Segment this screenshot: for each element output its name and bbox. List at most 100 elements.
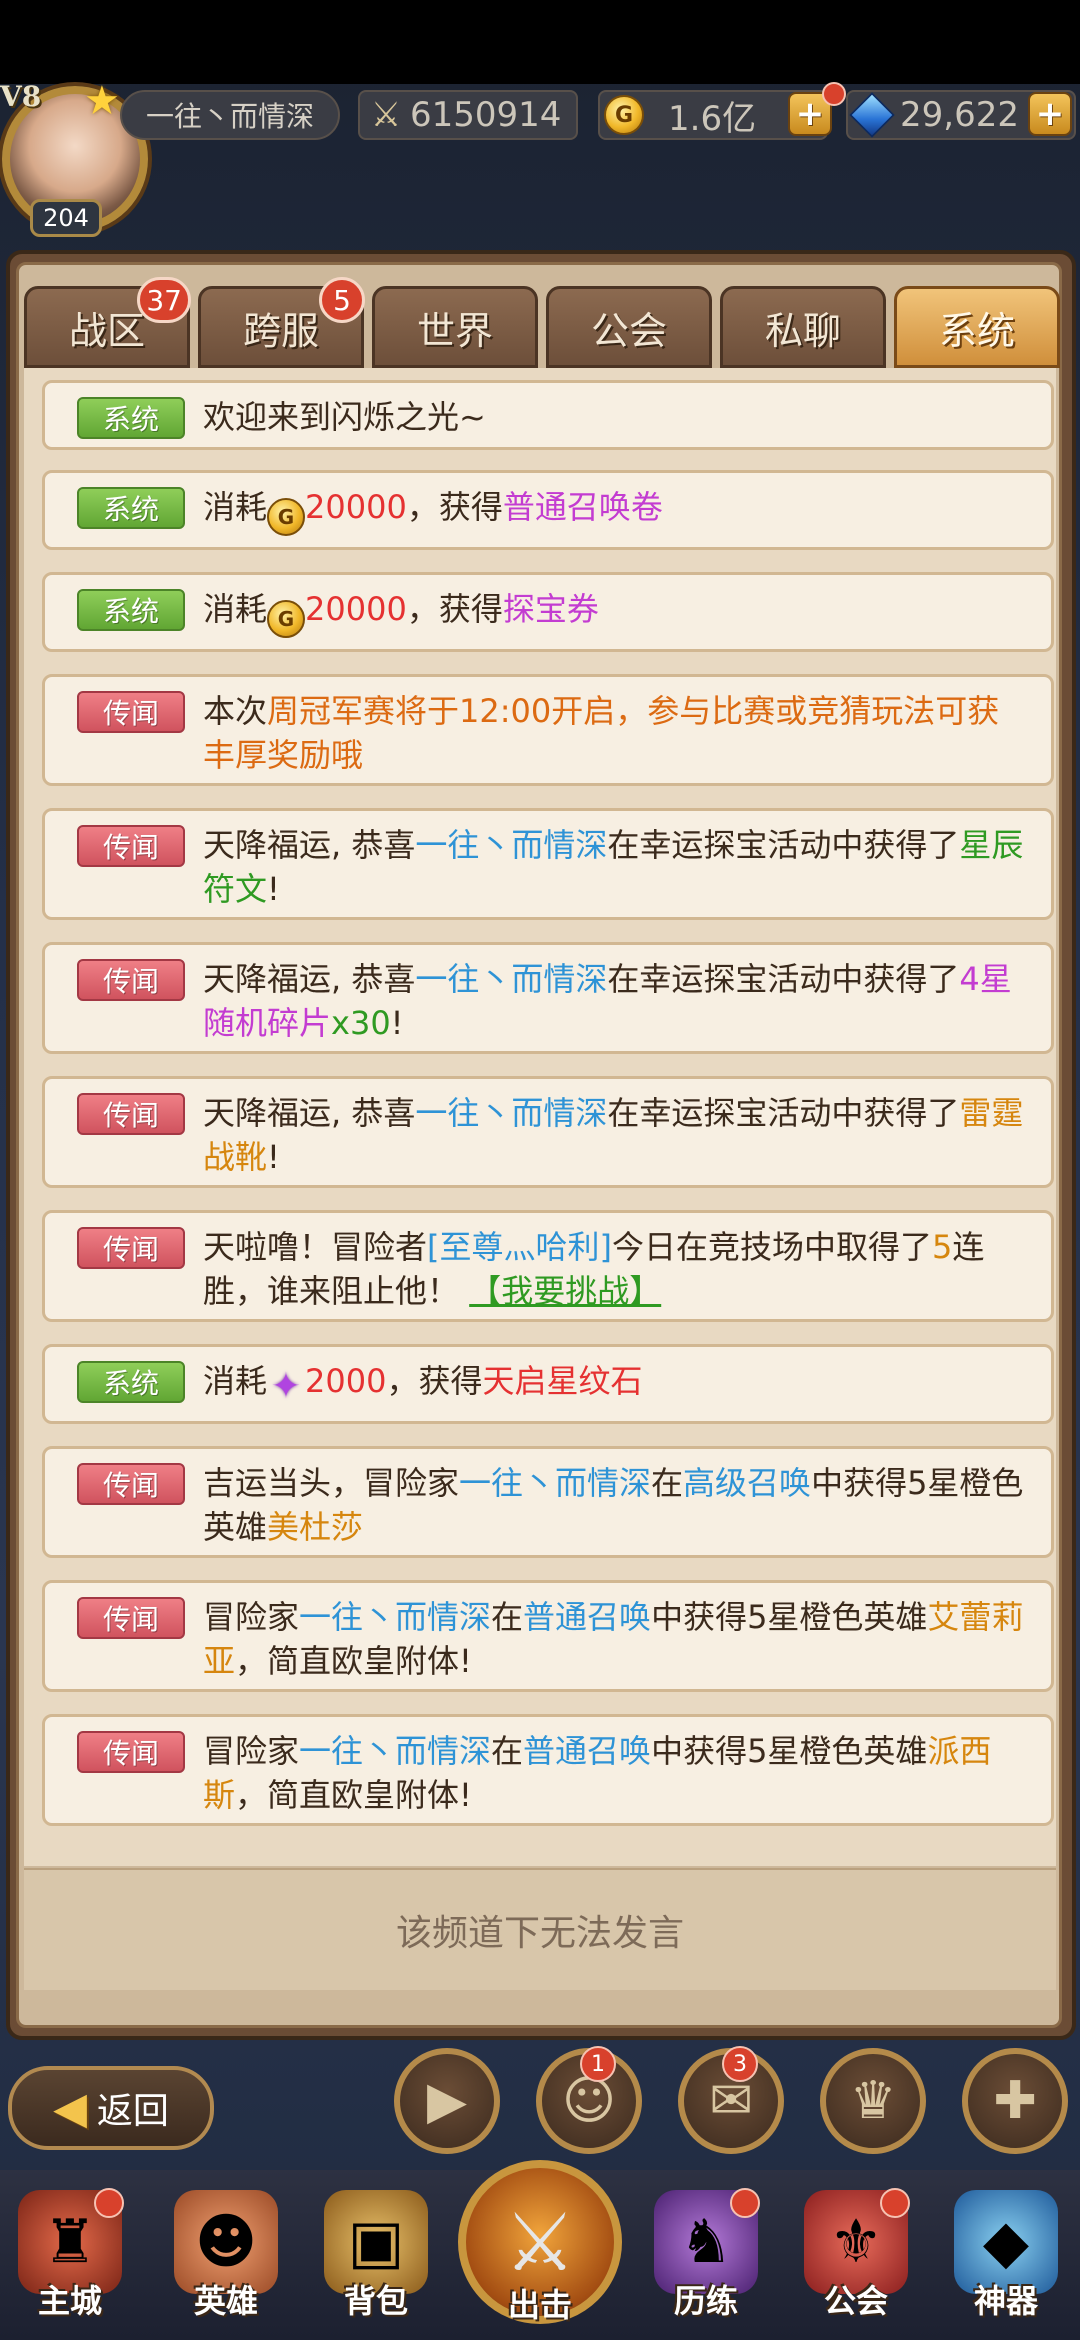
nav-label: 公会 xyxy=(823,2282,888,2320)
news-tag: 传闻 xyxy=(77,1463,185,1505)
message-text: 天降福运, 恭喜 xyxy=(203,1094,416,1132)
message-text: ! xyxy=(390,1004,404,1042)
message-source: 普通召唤 xyxy=(523,1732,652,1770)
message-hero: 美杜莎 xyxy=(267,1508,364,1546)
nav-guild[interactable]: ⚜ 公会 xyxy=(786,2180,926,2330)
message-source: 高级召唤 xyxy=(683,1464,812,1502)
status-bar xyxy=(0,0,1080,84)
sword-icon: ⚔ xyxy=(370,95,402,135)
coin-icon: G xyxy=(267,600,306,638)
power-display: ⚔ 6150914 xyxy=(358,90,578,140)
more-button[interactable]: ✚ xyxy=(962,2048,1068,2154)
message-text: ，获得 xyxy=(406,590,503,628)
message-text: ，简直欧皇附体! xyxy=(235,1776,472,1814)
system-tag: 系统 xyxy=(77,397,185,439)
message-text: 今日在竞技场中取得了 xyxy=(612,1228,933,1266)
tab-world[interactable]: 世界 xyxy=(372,286,538,368)
news-tag: 传闻 xyxy=(77,691,185,733)
video-icon: ▶ xyxy=(427,2071,467,2131)
back-button[interactable]: ◀ 返回 xyxy=(8,2066,214,2150)
list-item: 系统 消耗 ✦ 2000，获得天启星纹石 xyxy=(42,1344,1054,1424)
message-text: ，获得 xyxy=(406,488,503,526)
tab-guild[interactable]: 公会 xyxy=(546,286,712,368)
player-link[interactable]: 一往丶而情深 xyxy=(415,960,607,998)
tab-label: 系统 xyxy=(938,308,1015,353)
message-text: ，简直欧皇附体! xyxy=(235,1642,472,1680)
coin-icon: G xyxy=(267,498,306,536)
player-link[interactable]: 一往丶而情深 xyxy=(459,1464,651,1502)
message-item: 天启星纹石 xyxy=(482,1362,643,1400)
nav-main-city[interactable]: ♜ 主城 xyxy=(0,2180,140,2330)
message-text: 在幸运探宝活动中获得了 xyxy=(607,960,960,998)
challenge-link[interactable]: 【我要挑战】 xyxy=(469,1272,661,1310)
video-button[interactable]: ▶ xyxy=(394,2048,500,2154)
trophy-icon: ♛ xyxy=(849,2071,897,2131)
message-amount: 20000 xyxy=(305,590,407,628)
system-tag: 系统 xyxy=(77,1361,185,1403)
list-item: 传闻 天降福运, 恭喜一往丶而情深在幸运探宝活动中获得了4星随机碎片x30! xyxy=(42,942,1054,1054)
nav-label: 历练 xyxy=(673,2282,738,2320)
vip-level: V8 xyxy=(0,80,42,113)
message-text: 在幸运探宝活动中获得了 xyxy=(607,1094,960,1132)
list-item: 系统 消耗 G 20000，获得普通召唤卷 xyxy=(42,470,1054,550)
list-item: 系统 欢迎来到闪烁之光~ xyxy=(42,380,1054,450)
message-text: 在 xyxy=(651,1464,684,1502)
list-item: 传闻 本次周冠军赛将于12:00开启，参与比赛或竞猜玩法可获丰厚奖励哦 xyxy=(42,674,1054,786)
message-text: 中获得5星橙色英雄 xyxy=(651,1732,928,1770)
ranking-button[interactable]: ♛ xyxy=(820,2048,926,2154)
tab-battle-zone[interactable]: 战区 37 xyxy=(24,277,191,368)
tab-cross-server[interactable]: 跨服 5 xyxy=(198,277,365,368)
back-arrow-icon: ◀ xyxy=(53,2082,87,2134)
news-tag: 传闻 xyxy=(77,1227,185,1269)
message-text: 在 xyxy=(491,1598,524,1636)
message-text: 天降福运, 恭喜 xyxy=(203,960,416,998)
tab-private[interactable]: 私聊 xyxy=(720,286,886,368)
nav-label: 英雄 xyxy=(193,2282,258,2320)
friends-button[interactable]: ☺ 1 xyxy=(536,2046,642,2154)
notice-dot xyxy=(730,2188,760,2218)
list-item: 传闻 天降福运, 恭喜一往丶而情深在幸运探宝活动中获得了星辰符文! xyxy=(42,808,1054,920)
gold-notice-dot xyxy=(822,82,846,106)
gem-icon xyxy=(849,92,895,138)
message-item: 探宝券 xyxy=(502,590,599,628)
message-event: 周冠军赛将于12:00开启，参与比赛或竞猜玩法可获丰厚奖励哦 xyxy=(203,692,1000,774)
message-text: ! xyxy=(267,1138,280,1176)
friends-badge: 1 xyxy=(580,2046,616,2082)
chat-tabs: 战区 37 跨服 5 世界 公会 私聊 系统 xyxy=(24,277,1060,368)
player-level-badge: 204 xyxy=(30,199,102,237)
tab-system[interactable]: 系统 xyxy=(894,286,1060,368)
nav-label: 主城 xyxy=(37,2282,102,2320)
news-tag: 传闻 xyxy=(77,1597,185,1639)
message-source: 普通召唤 xyxy=(523,1598,652,1636)
tab-label: 公会 xyxy=(590,308,667,353)
vip-star-icon: ★ xyxy=(84,78,120,124)
tab-label: 世界 xyxy=(416,308,493,353)
power-value: 6150914 xyxy=(410,95,562,135)
message-list[interactable]: 系统 欢迎来到闪烁之光~ 系统 消耗 G 20000，获得普通召唤卷 系统 消耗 G 2… xyxy=(24,368,1056,1866)
nav-bag[interactable]: ▣ 背包 xyxy=(306,2180,446,2330)
message-text: 在幸运探宝活动中获得了 xyxy=(607,826,960,864)
player-link[interactable]: 一往丶而情深 xyxy=(415,826,607,864)
message-text: 吉运当头，冒险家 xyxy=(203,1464,460,1502)
list-item: 传闻 冒险家一往丶而情深在普通召唤中获得5星橙色英雄艾蕾莉亚，简直欧皇附体! xyxy=(42,1580,1054,1692)
player-link[interactable]: 一往丶而情深 xyxy=(415,1094,607,1132)
mail-button[interactable]: ✉ 3 xyxy=(678,2046,784,2154)
tab-label: 私聊 xyxy=(764,308,841,353)
add-gem-button[interactable]: + xyxy=(1028,92,1072,136)
nav-artifact[interactable]: ◆ 神器 xyxy=(936,2180,1076,2330)
player-name: 一往丶而情深 xyxy=(120,90,340,140)
nav-heroes[interactable]: ☻ 英雄 xyxy=(156,2180,296,2330)
nav-training[interactable]: ♞ 历练 xyxy=(636,2180,776,2330)
star-crystal-icon: ✦ xyxy=(270,1366,302,1407)
message-item: 普通召唤卷 xyxy=(502,488,663,526)
nav-label: 出击 xyxy=(507,2286,572,2324)
nav-label: 背包 xyxy=(343,2282,408,2320)
player-link[interactable]: 一往丶而情深 xyxy=(299,1732,491,1770)
list-item: 传闻 吉运当头，冒险家一往丶而情深在高级召唤中获得5星橙色英雄美杜莎 xyxy=(42,1446,1054,1558)
list-item: 传闻 天啦噜！冒险者[至尊灬哈利]今日在竞技场中取得了5连胜，谁来阻止他！ 【我… xyxy=(42,1210,1054,1322)
player-link[interactable]: [至尊灬哈利] xyxy=(427,1228,612,1266)
player-link[interactable]: 一往丶而情深 xyxy=(299,1598,491,1636)
message-amount: 20000 xyxy=(305,488,407,526)
message-text: 冒险家 xyxy=(203,1598,300,1636)
message-text: 本次 xyxy=(203,692,268,730)
